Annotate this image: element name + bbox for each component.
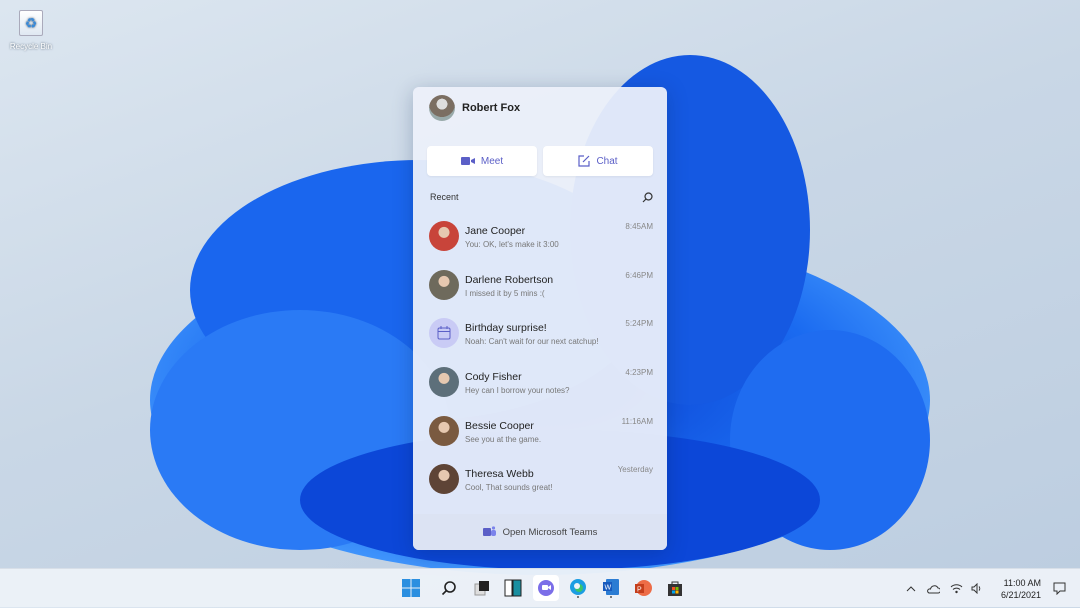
- clock[interactable]: 11:00 AM 6/21/2021: [993, 577, 1041, 601]
- conversation-preview: Hey can I borrow your notes?: [465, 386, 570, 396]
- search-icon[interactable]: [642, 192, 653, 203]
- conversation-item[interactable]: Bessie Cooper See you at the game. 11:16…: [413, 412, 667, 461]
- profile-header[interactable]: Robert Fox: [413, 87, 667, 129]
- word-icon[interactable]: W: [601, 578, 621, 598]
- compose-icon: [578, 155, 591, 167]
- chat-button[interactable]: Chat: [543, 146, 653, 176]
- taskbar: W P 11:00 AM 6/21/2021: [0, 568, 1080, 607]
- user-avatar: [429, 95, 455, 121]
- conversation-preview: You: OK, let's make it 3:00: [465, 240, 559, 249]
- conversation-time: 5:24PM: [625, 319, 653, 329]
- recycle-bin-label: Recycle Bin: [9, 42, 53, 51]
- conversation-item[interactable]: Jane Cooper You: OK, let's make it 3:00 …: [413, 217, 667, 266]
- conversation-name: Darlene Robertson: [465, 273, 554, 286]
- calendar-icon: [437, 326, 451, 340]
- conversation-preview: Noah: Can't wait for our next catchup!: [465, 337, 599, 347]
- teams-chat-flyout: Robert Fox Meet Chat Recent Jane Cooper …: [413, 87, 667, 550]
- conversation-name: Cody Fisher: [465, 371, 522, 384]
- wifi-icon[interactable]: [950, 569, 963, 608]
- clock-time: 11:00 AM: [1003, 578, 1041, 588]
- svg-text:P: P: [637, 587, 642, 594]
- start-icon[interactable]: [401, 578, 421, 598]
- conversation-name: Bessie Cooper: [465, 419, 534, 432]
- conversation-item[interactable]: Birthday surprise! Noah: Can't wait for …: [413, 314, 667, 363]
- task-view-icon[interactable]: [472, 578, 492, 598]
- store-icon[interactable]: [665, 578, 685, 598]
- conversation-item[interactable]: Darlene Robertson I missed it by 5 mins …: [413, 266, 667, 315]
- contact-avatar: [429, 415, 459, 446]
- video-camera-icon: [460, 157, 475, 165]
- open-teams-button[interactable]: Open Microsoft Teams: [413, 514, 667, 550]
- meet-button[interactable]: Meet: [427, 146, 537, 176]
- recent-heading: Recent: [430, 192, 459, 202]
- user-name: Robert Fox: [462, 102, 521, 114]
- conversation-name: Jane Cooper: [465, 225, 526, 237]
- conversation-time: Yesterday: [617, 465, 653, 475]
- contact-avatar: [429, 367, 459, 398]
- notifications-icon[interactable]: [1053, 569, 1066, 608]
- contact-avatar: [429, 269, 459, 300]
- open-teams-label: Open Microsoft Teams: [502, 526, 598, 538]
- contact-avatar: [429, 464, 459, 495]
- conversation-time: 8:45AM: [625, 222, 653, 231]
- widgets-icon[interactable]: [503, 578, 523, 598]
- powerpoint-icon[interactable]: P: [633, 578, 653, 598]
- teams-chat-icon[interactable]: [533, 575, 559, 601]
- conversation-name: Theresa Webb: [465, 468, 534, 481]
- edge-icon[interactable]: [568, 578, 588, 598]
- search-icon[interactable]: [439, 578, 459, 598]
- show-hidden-icons-chevron-icon[interactable]: [906, 569, 916, 608]
- group-avatar: [429, 318, 459, 349]
- volume-icon[interactable]: [971, 569, 983, 608]
- teams-icon: [482, 526, 496, 536]
- meet-label: Meet: [480, 155, 504, 167]
- conversation-name: Birthday surprise!: [465, 322, 547, 335]
- contact-avatar: [429, 221, 459, 251]
- conversation-time: 4:23PM: [625, 368, 653, 378]
- chat-label: Chat: [596, 155, 618, 167]
- recycle-bin-icon: ♻: [19, 10, 43, 36]
- clock-date: 6/21/2021: [1000, 590, 1041, 600]
- svg-text:W: W: [605, 585, 612, 592]
- recycle-bin[interactable]: ♻ Recycle Bin: [8, 10, 54, 51]
- conversation-item[interactable]: Theresa Webb Cool, That sounds great! Ye…: [413, 460, 667, 509]
- conversation-preview: See you at the game.: [465, 434, 542, 444]
- conversation-preview: Cool, That sounds great!: [465, 483, 553, 493]
- conversation-preview: I missed it by 5 mins :(: [465, 288, 545, 298]
- conversation-time: 6:46PM: [625, 270, 653, 280]
- conversation-item[interactable]: Cody Fisher Hey can I borrow your notes?…: [413, 363, 667, 412]
- onedrive-cloud-icon[interactable]: [926, 569, 940, 608]
- conversation-time: 11:16AM: [621, 416, 653, 426]
